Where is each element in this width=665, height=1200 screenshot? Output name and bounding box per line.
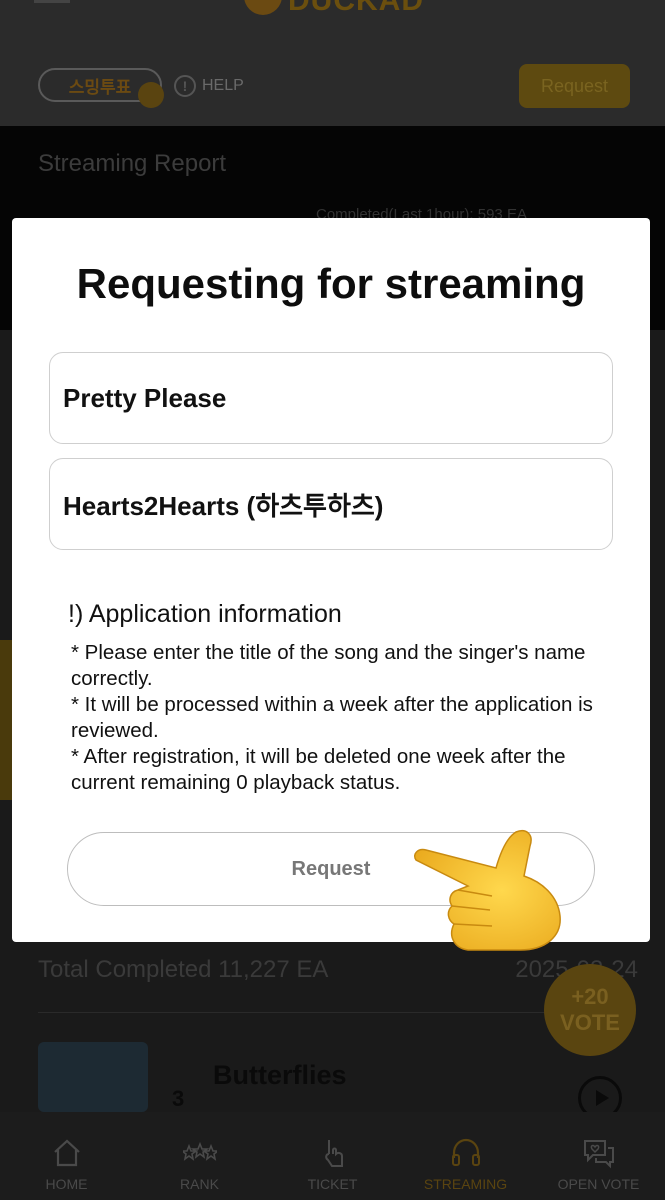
nav-rank[interactable]: RANK <box>133 1112 266 1200</box>
info-line: * Please enter the title of the song and… <box>71 641 586 690</box>
application-info-list: * Please enter the title of the song and… <box>71 640 611 796</box>
song-title-field[interactable] <box>49 352 613 444</box>
vote-badge-label: VOTE <box>560 1010 620 1035</box>
album-thumbnail[interactable] <box>38 1042 148 1112</box>
total-completed-row: Total Completed 11,227 EA 2025-03-24 <box>38 956 638 984</box>
artist-name-field[interactable] <box>49 458 613 550</box>
modal-title: Requesting for streaming <box>76 260 586 307</box>
info-circle-icon: ! <box>174 75 196 97</box>
nav-streaming[interactable]: STREAMING <box>399 1112 532 1200</box>
vote-badge-amount: +20 <box>571 983 609 1009</box>
help-label: HELP <box>202 77 244 94</box>
header-request-button[interactable]: Request <box>519 64 630 108</box>
headphones-icon <box>449 1136 483 1170</box>
info-line: * It will be processed within a week aft… <box>71 693 593 742</box>
side-accent <box>0 640 12 800</box>
divider <box>38 1012 628 1013</box>
plus-vote-badge[interactable]: +20 VOTE <box>544 964 636 1056</box>
application-info-title: !) Application information <box>68 600 342 628</box>
info-line: * After registration, it will be deleted… <box>71 745 566 794</box>
song-title: Butterflies <box>213 1060 347 1090</box>
home-icon <box>50 1136 84 1170</box>
help-link[interactable]: ! HELP <box>174 75 244 97</box>
duck-logo-icon <box>244 0 282 15</box>
menu-icon[interactable] <box>34 0 70 8</box>
bottom-navigation: HOME RANK TICKET STREAMING OPEN VOTE <box>0 1112 665 1200</box>
nav-rank-label: RANK <box>180 1176 219 1192</box>
report-title: Streaming Report <box>38 150 227 177</box>
nav-ticket[interactable]: TICKET <box>266 1112 399 1200</box>
vote-coin-icon <box>138 82 164 108</box>
logo-text: DUCKAD <box>288 0 424 17</box>
play-icon <box>595 1090 609 1106</box>
total-completed: Total Completed 11,227 EA <box>38 956 329 983</box>
nav-streaming-label: STREAMING <box>423 1176 508 1192</box>
nav-open-vote[interactable]: OPEN VOTE <box>532 1112 665 1200</box>
pointing-hand-emoji <box>408 824 578 954</box>
stars-icon <box>182 1136 217 1170</box>
nav-open-vote-label: OPEN VOTE <box>557 1176 640 1192</box>
app-logo: DUCKAD <box>244 0 424 17</box>
chat-heart-icon <box>582 1136 616 1170</box>
top-bar: DUCKAD 스밍투표 ! HELP Request <box>0 0 665 126</box>
nav-home[interactable]: HOME <box>0 1112 133 1200</box>
ticket-icon <box>316 1136 350 1170</box>
nav-home-label: HOME <box>45 1176 88 1192</box>
vote-pill-label: 스밍투표 <box>68 77 132 97</box>
streaming-vote-pill[interactable]: 스밍투표 <box>38 68 164 108</box>
nav-ticket-label: TICKET <box>307 1176 358 1192</box>
song-rank: 3 <box>172 1086 185 1111</box>
